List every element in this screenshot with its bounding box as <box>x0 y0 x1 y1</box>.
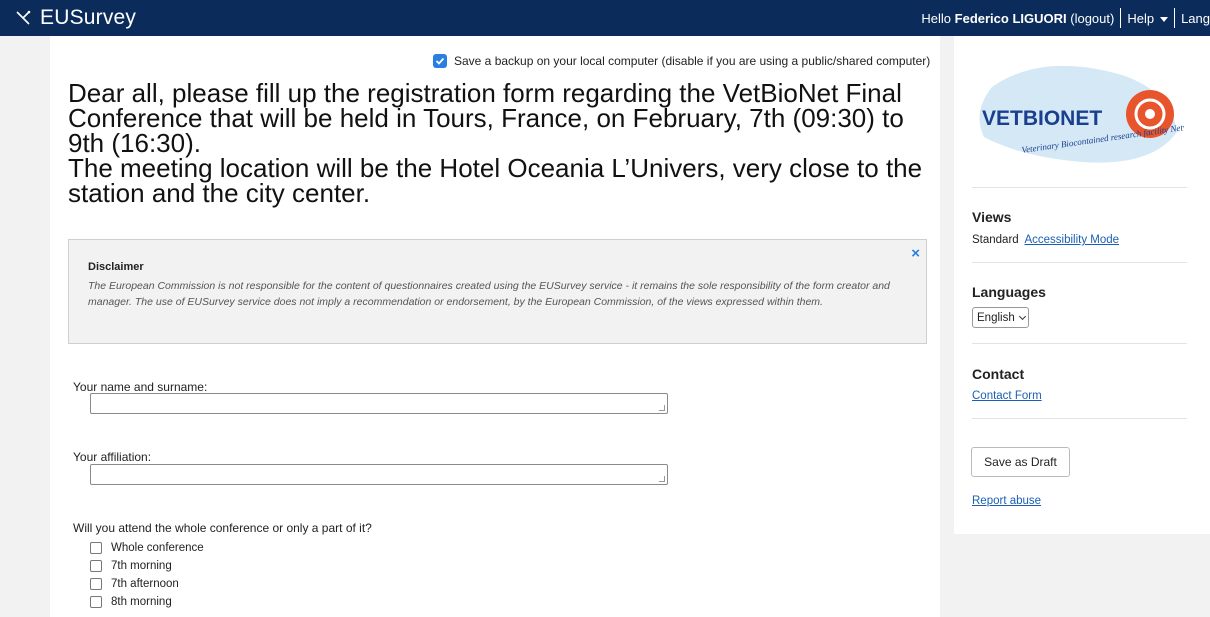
languages-heading: Languages <box>972 284 1046 300</box>
help-label: Help <box>1127 10 1155 26</box>
resize-handle-icon[interactable] <box>659 405 665 411</box>
language-selected: English <box>977 311 1015 324</box>
checkbox[interactable] <box>90 560 102 572</box>
disclaimer-text: The European Commission is not responsib… <box>88 280 890 308</box>
disclaimer-title: Disclaimer <box>88 261 144 273</box>
backup-checkbox[interactable] <box>433 54 447 68</box>
accessibility-mode-link[interactable]: Accessibility Mode <box>1024 234 1119 246</box>
close-icon[interactable]: × <box>911 246 920 261</box>
views-options: Standard Accessibility Mode <box>972 234 1119 246</box>
vetbionet-logo: VETBIONET Veterinary Biocontained resear… <box>979 65 1184 163</box>
logo-name: VETBIONET <box>982 107 1102 130</box>
content-gap <box>940 36 954 617</box>
eusurvey-logo-icon <box>16 10 31 25</box>
name-question-label: Your name and surname: <box>73 380 208 394</box>
option-label: 7th afternoon <box>111 578 179 590</box>
checkbox[interactable] <box>90 542 102 554</box>
nav-separator <box>1174 8 1176 28</box>
report-abuse-link[interactable]: Report abuse <box>972 495 1041 507</box>
contact-heading: Contact <box>972 366 1025 382</box>
contact-form-link[interactable]: Contact Form <box>972 390 1042 402</box>
attendance-option-7th-afternoon[interactable]: 7th afternoon <box>90 577 179 591</box>
option-label: 8th morning <box>111 596 172 608</box>
backup-label: Save a backup on your local computer (di… <box>454 54 931 68</box>
help-menu[interactable]: Help <box>1127 10 1169 26</box>
logout-link[interactable]: (logout) <box>1070 11 1114 26</box>
sidebar-divider <box>972 343 1187 344</box>
top-nav: Hello Federico LIGUORI (logout) Help Lan… <box>921 0 1210 36</box>
resize-handle-icon[interactable] <box>659 476 665 482</box>
check-icon <box>435 57 445 65</box>
disclaimer-box: × Disclaimer The European Commission is … <box>68 239 927 344</box>
chevron-down-icon <box>1018 312 1026 320</box>
brand-name: EUSurvey <box>40 6 137 29</box>
sidebar-divider <box>972 187 1187 188</box>
sidebar-divider <box>972 262 1187 263</box>
language-select[interactable]: English <box>972 307 1029 328</box>
page-title: Dear all, please fill up the registratio… <box>68 78 928 208</box>
name-input[interactable] <box>90 393 668 414</box>
languages-menu[interactable]: Lang <box>1181 11 1210 26</box>
attendance-question-label: Will you attend the whole conference or … <box>73 521 372 535</box>
top-bar: EUSurvey Hello Federico LIGUORI (logout)… <box>0 0 1210 36</box>
backup-option[interactable]: Save a backup on your local computer (di… <box>433 53 930 69</box>
option-label: 7th morning <box>111 560 172 572</box>
user-name: Federico LIGUORI <box>954 10 1067 26</box>
affiliation-question-label: Your affiliation: <box>73 450 152 464</box>
sidebar-divider <box>972 418 1187 419</box>
save-as-draft-button[interactable]: Save as Draft <box>971 447 1070 477</box>
title-line-2: The meeting location will be the Hotel O… <box>68 153 923 208</box>
views-heading: Views <box>972 209 1012 225</box>
left-gutter <box>0 36 50 617</box>
sidebar-bottom <box>954 534 1210 617</box>
checkbox[interactable] <box>90 596 102 608</box>
views-standard[interactable]: Standard <box>972 234 1019 246</box>
attendance-option-whole[interactable]: Whole conference <box>90 541 204 555</box>
affiliation-input[interactable] <box>90 464 668 485</box>
greeting: Hello <box>921 10 952 26</box>
brand[interactable]: EUSurvey <box>14 6 136 30</box>
caret-down-icon <box>1160 16 1169 22</box>
nav-separator <box>1120 8 1122 28</box>
option-label: Whole conference <box>111 542 204 554</box>
attendance-option-7th-morning[interactable]: 7th morning <box>90 559 172 573</box>
checkbox[interactable] <box>90 578 102 590</box>
title-line-1: Dear all, please fill up the registratio… <box>68 78 904 158</box>
attendance-option-8th-morning[interactable]: 8th morning <box>90 595 172 609</box>
